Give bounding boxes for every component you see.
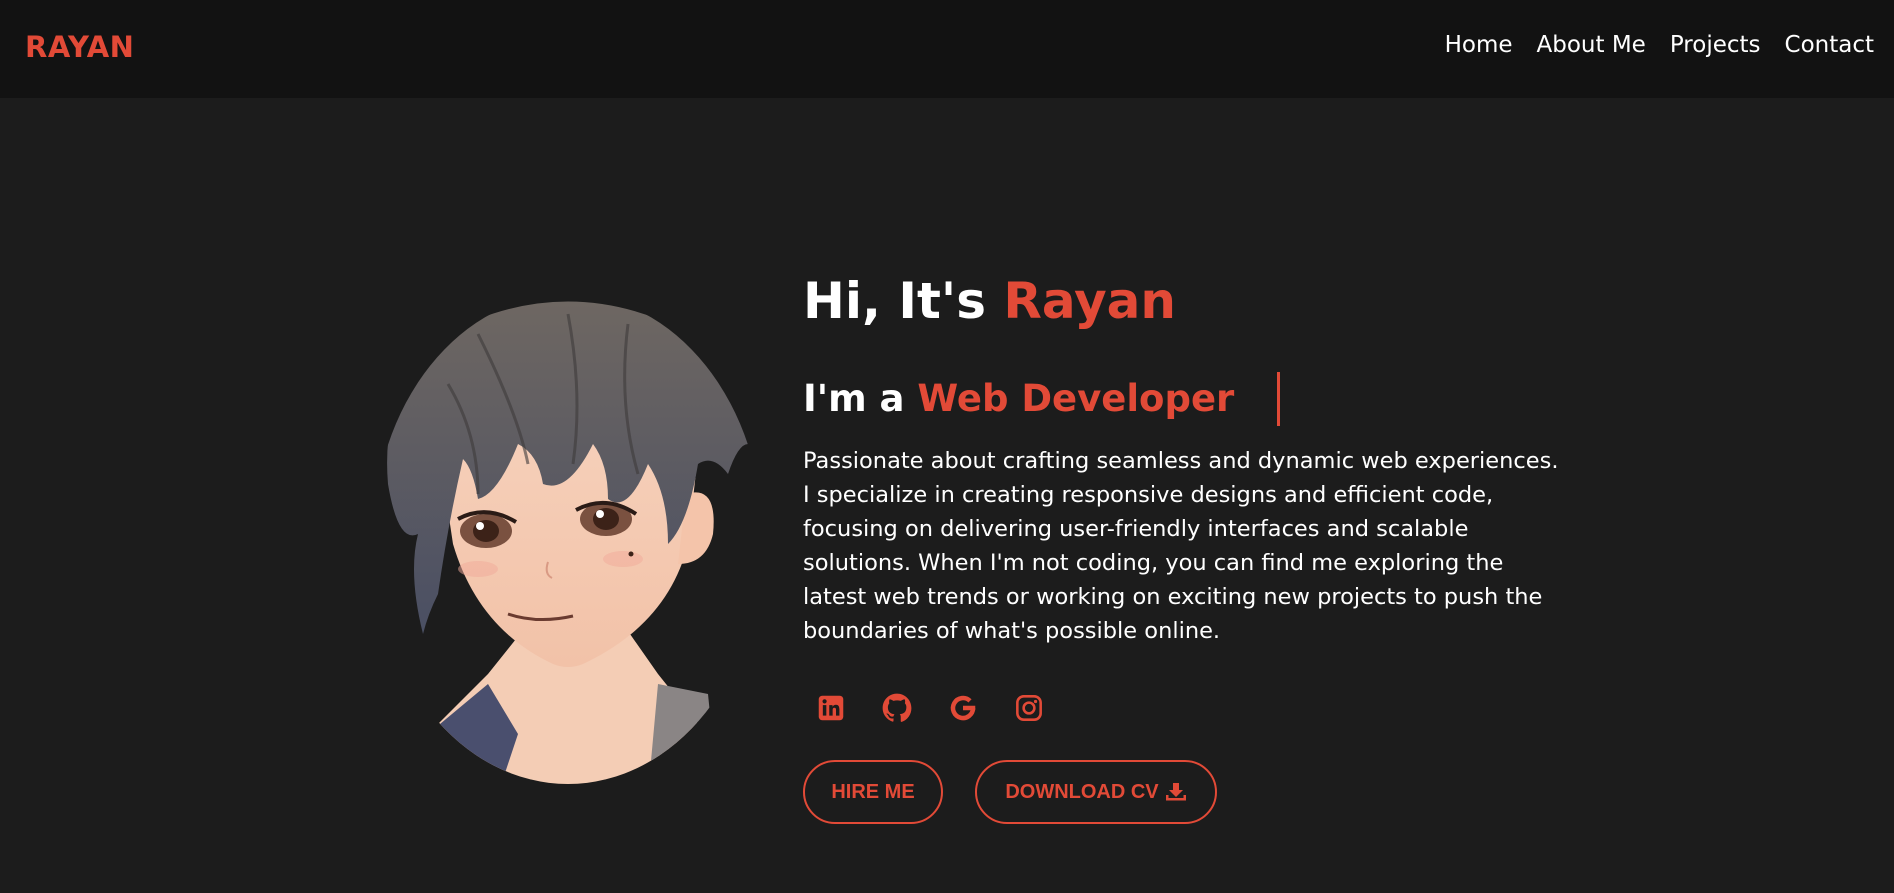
download-icon [1165, 782, 1187, 802]
greeting-prefix: Hi, It's [803, 272, 1004, 330]
nav-links: Home About Me Projects Contact [1445, 32, 1874, 58]
hire-me-button[interactable]: HIRE ME [803, 760, 943, 824]
role-prefix: I'm a [803, 377, 918, 420]
social-links [803, 692, 1583, 724]
hero-section: Hi, It's Rayan I'm a Web Developer Passi… [803, 270, 1583, 824]
hire-me-label: HIRE ME [831, 780, 915, 803]
avatar-illustration [387, 301, 748, 784]
instagram-icon [1016, 695, 1042, 721]
cta-buttons: HIRE ME DOWNLOAD CV [803, 760, 1583, 824]
download-cv-button[interactable]: DOWNLOAD CV [975, 760, 1217, 824]
github-link[interactable] [881, 692, 913, 724]
github-icon [882, 693, 912, 722]
nav-link-about[interactable]: About Me [1537, 32, 1646, 58]
typing-cursor [1277, 372, 1280, 426]
nav-link-home[interactable]: Home [1445, 32, 1513, 58]
linkedin-link[interactable] [815, 692, 847, 724]
nav-link-contact[interactable]: Contact [1785, 32, 1874, 58]
instagram-link[interactable] [1013, 692, 1045, 724]
navbar: RAYAN Home About Me Projects Contact [0, 0, 1894, 98]
greeting-name: Rayan [1003, 272, 1177, 330]
hero-role: I'm a Web Developer [803, 370, 1583, 428]
site-logo[interactable]: RAYAN [25, 30, 134, 64]
linkedin-icon [818, 695, 844, 721]
hero-bio: Passionate about crafting seamless and d… [803, 448, 1559, 644]
hero-greeting: Hi, It's Rayan [803, 270, 1583, 332]
google-link[interactable] [947, 692, 979, 724]
nav-link-projects[interactable]: Projects [1670, 32, 1761, 58]
google-icon [950, 695, 976, 721]
profile-avatar [368, 294, 754, 784]
download-cv-label: DOWNLOAD CV [1005, 780, 1159, 803]
role-title: Web Developer [917, 377, 1235, 420]
